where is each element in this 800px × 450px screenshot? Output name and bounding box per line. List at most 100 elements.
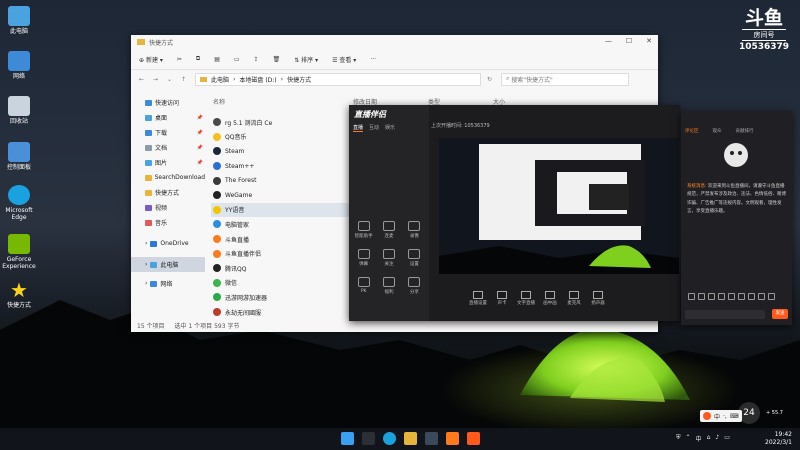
pip-button[interactable]: 画中画 bbox=[541, 291, 559, 306]
refresh-icon[interactable]: ↻ bbox=[487, 76, 495, 83]
desktop-icon-shortcuts[interactable]: ★ 快捷方式 bbox=[2, 280, 36, 309]
list-item[interactable]: 微信 bbox=[211, 276, 351, 291]
tool-button[interactable]: 录像 bbox=[402, 221, 427, 239]
more-icon[interactable] bbox=[768, 293, 775, 300]
battery-icon[interactable]: ▭ bbox=[724, 434, 730, 443]
list-item[interactable]: rg 5.1 测流白 Ce bbox=[211, 115, 351, 130]
list-item[interactable]: 电脑管家 bbox=[211, 217, 351, 232]
tool-button[interactable]: 连麦 bbox=[376, 221, 401, 239]
speaker-button[interactable]: 扬声器 bbox=[589, 291, 607, 306]
settings-icon[interactable] bbox=[728, 293, 735, 300]
list-item[interactable]: QQ音乐 bbox=[211, 130, 351, 145]
shield-icon[interactable]: ⛨ bbox=[676, 434, 681, 443]
paste-icon[interactable]: ▤ bbox=[214, 56, 220, 63]
edge-icon[interactable] bbox=[383, 432, 396, 445]
desktop-icon-this-pc[interactable]: 此电脑 bbox=[2, 6, 36, 35]
block-icon[interactable] bbox=[738, 293, 745, 300]
tool-button[interactable]: 智能助手 bbox=[351, 221, 376, 239]
sidebar-item-downloads[interactable]: 下载 📌 bbox=[131, 125, 205, 140]
chevron-down-icon[interactable]: ⌄ bbox=[167, 76, 175, 83]
tool-button[interactable]: 设置 bbox=[402, 249, 427, 267]
sidebar-item-searchdownload[interactable]: SearchDownload bbox=[131, 170, 205, 185]
ime-toolbar[interactable]: 中 ·, ⌨ bbox=[700, 410, 742, 422]
tab-comments[interactable]: 评论区 bbox=[685, 128, 699, 134]
desktop-icon-control-panel[interactable]: 控制面板 bbox=[2, 142, 36, 171]
image-icon[interactable] bbox=[708, 293, 715, 300]
list-item[interactable]: YY语音 bbox=[211, 202, 351, 218]
windows-start-icon[interactable] bbox=[341, 432, 354, 445]
breadcrumb-item[interactable]: 本地磁盘 (D:) bbox=[239, 75, 276, 84]
breadcrumb-item[interactable]: 快捷方式 bbox=[287, 75, 311, 84]
sidebar-item-quick-access[interactable]: 快速访问 bbox=[131, 95, 205, 110]
list-item[interactable]: 腾讯QQ bbox=[211, 261, 351, 276]
emoji-icon[interactable] bbox=[688, 293, 695, 300]
list-item[interactable]: Steam++ bbox=[211, 159, 351, 174]
up-icon[interactable]: ↑ bbox=[181, 76, 189, 83]
sidebar-item-desktop[interactable]: 桌面 📌 bbox=[131, 110, 205, 125]
sidebar-item-documents[interactable]: 文档 📌 bbox=[131, 140, 205, 155]
breadcrumb[interactable]: 此电脑 › 本地磁盘 (D:) › 快捷方式 bbox=[195, 72, 481, 86]
sidebar-item-network[interactable]: › 网络 bbox=[131, 276, 205, 291]
desktop-icon-network[interactable]: 网络 bbox=[2, 51, 36, 80]
tool-button[interactable]: PK bbox=[351, 277, 376, 295]
back-icon[interactable]: ← bbox=[139, 76, 147, 83]
tab-entertainment[interactable]: 娱乐 bbox=[385, 124, 395, 132]
chat-input[interactable] bbox=[685, 310, 765, 319]
tool-button[interactable]: 福利 bbox=[376, 277, 401, 295]
list-item[interactable]: 永劫无间國服 bbox=[211, 305, 351, 320]
maximize-icon[interactable]: ☐ bbox=[626, 37, 632, 45]
tab-audience[interactable]: 观众 bbox=[713, 128, 722, 134]
rename-icon[interactable]: ▭ bbox=[234, 56, 240, 63]
clear-icon[interactable] bbox=[758, 293, 765, 300]
sidebar-item-music[interactable]: 音乐 bbox=[131, 215, 205, 230]
sidebar-item-pictures[interactable]: 图片 📌 bbox=[131, 155, 205, 170]
search-input[interactable]: ⌕ 搜索"快捷方式" bbox=[501, 72, 629, 86]
ime-indicator[interactable]: 中 bbox=[696, 434, 702, 443]
minimize-icon[interactable]: — bbox=[605, 37, 612, 45]
at-icon[interactable] bbox=[718, 293, 725, 300]
text-live-button[interactable]: 文字直播 bbox=[517, 291, 535, 306]
steam-icon[interactable] bbox=[425, 432, 438, 445]
delete-icon[interactable]: 🗑 bbox=[273, 56, 281, 63]
forward-icon[interactable]: → bbox=[153, 76, 161, 83]
desktop-icon-geforce[interactable]: GeForce Experience bbox=[2, 234, 36, 270]
chevron-right-icon[interactable]: › bbox=[145, 240, 147, 247]
live-companion-window[interactable]: 直播伴侣 直播 互动 娱乐 智能助手 连麦 录像 弹幕 关注 设置 PK 福利 … bbox=[349, 105, 680, 321]
clock[interactable]: 19:42 2022/3/1 bbox=[765, 431, 792, 447]
chevron-right-icon[interactable]: › bbox=[145, 280, 147, 287]
view-button[interactable]: ☰ 查看 ▾ bbox=[332, 55, 356, 64]
sidebar-item-shortcuts[interactable]: 快捷方式 bbox=[131, 185, 205, 200]
breadcrumb-item[interactable]: 此电脑 bbox=[211, 75, 229, 84]
tool-button[interactable]: 弹幕 bbox=[351, 249, 376, 267]
list-item[interactable]: 迅游网游加速器 bbox=[211, 290, 351, 305]
desktop-icon-recycle-bin[interactable]: 回收站 bbox=[2, 96, 36, 125]
list-item[interactable]: 斗鱼直播 bbox=[211, 232, 351, 247]
send-button[interactable]: 发送 bbox=[772, 309, 788, 319]
douyu-icon[interactable] bbox=[446, 432, 459, 445]
microphone-button[interactable]: 麦克风 bbox=[565, 291, 583, 306]
list-item[interactable]: The Forest bbox=[211, 173, 351, 188]
more-button[interactable]: ··· bbox=[370, 56, 376, 63]
column-name[interactable]: 名称 bbox=[213, 97, 353, 106]
chevron-up-icon[interactable]: ⌃ bbox=[686, 434, 691, 443]
weather-widget[interactable]: 24 + 55.7 bbox=[738, 402, 783, 424]
tab-contribution[interactable]: 贡献排行 bbox=[736, 128, 754, 134]
tab-interact[interactable]: 互动 bbox=[369, 124, 379, 132]
volume-icon[interactable]: ♪ bbox=[715, 434, 719, 443]
tab-live[interactable]: 直播 bbox=[353, 124, 364, 132]
stream-settings-button[interactable]: 直播设置 bbox=[469, 291, 487, 306]
search-icon[interactable] bbox=[362, 432, 375, 445]
new-button[interactable]: ⊕ 新建 ▾ bbox=[139, 55, 163, 64]
copy-icon[interactable]: ⧉ bbox=[196, 55, 200, 63]
sort-button[interactable]: ⇅ 排序 ▾ bbox=[294, 55, 318, 64]
list-item[interactable]: WeGame bbox=[211, 188, 351, 203]
sidebar-item-onedrive[interactable]: › OneDrive bbox=[131, 236, 205, 251]
share-icon[interactable]: ⇪ bbox=[254, 56, 259, 63]
network-icon[interactable]: ⌂ bbox=[707, 434, 711, 443]
folder-icon[interactable] bbox=[404, 432, 417, 445]
close-icon[interactable]: ✕ bbox=[646, 37, 652, 45]
desktop-icon-edge[interactable]: Microsoft Edge bbox=[2, 185, 36, 221]
tool-button[interactable]: 分享 bbox=[402, 277, 427, 295]
star-icon[interactable] bbox=[748, 293, 755, 300]
title-bar[interactable]: 快捷方式 — ☐ ✕ bbox=[131, 35, 658, 49]
